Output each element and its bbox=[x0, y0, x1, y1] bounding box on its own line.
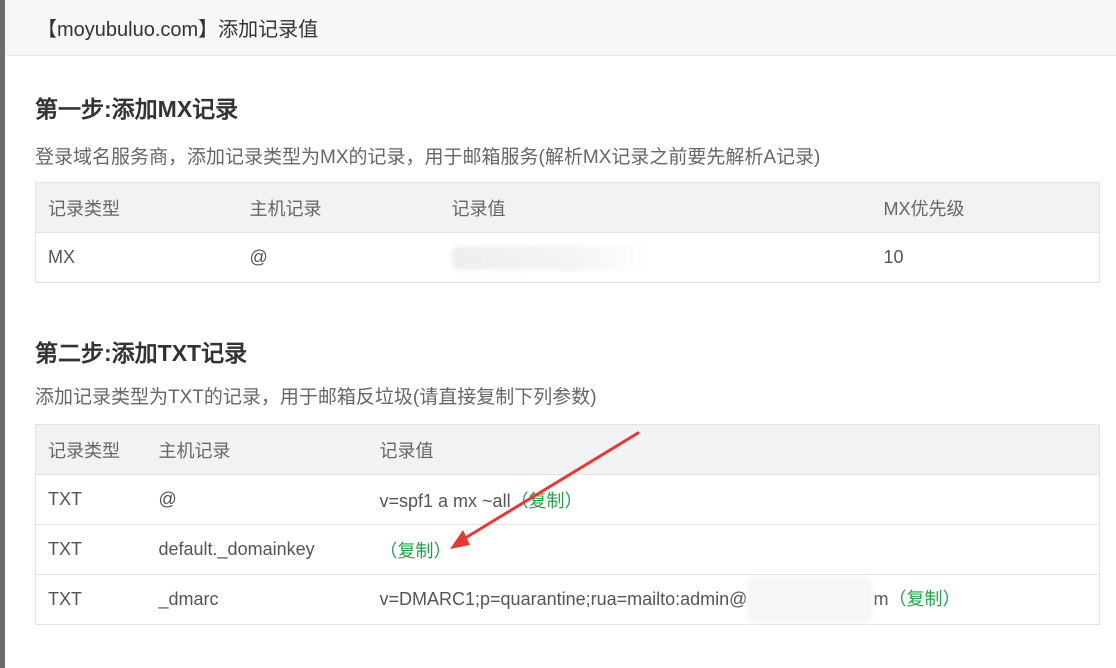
annotation-arrow bbox=[450, 431, 640, 549]
arrow-head bbox=[450, 530, 470, 549]
arrow-line bbox=[460, 431, 640, 542]
